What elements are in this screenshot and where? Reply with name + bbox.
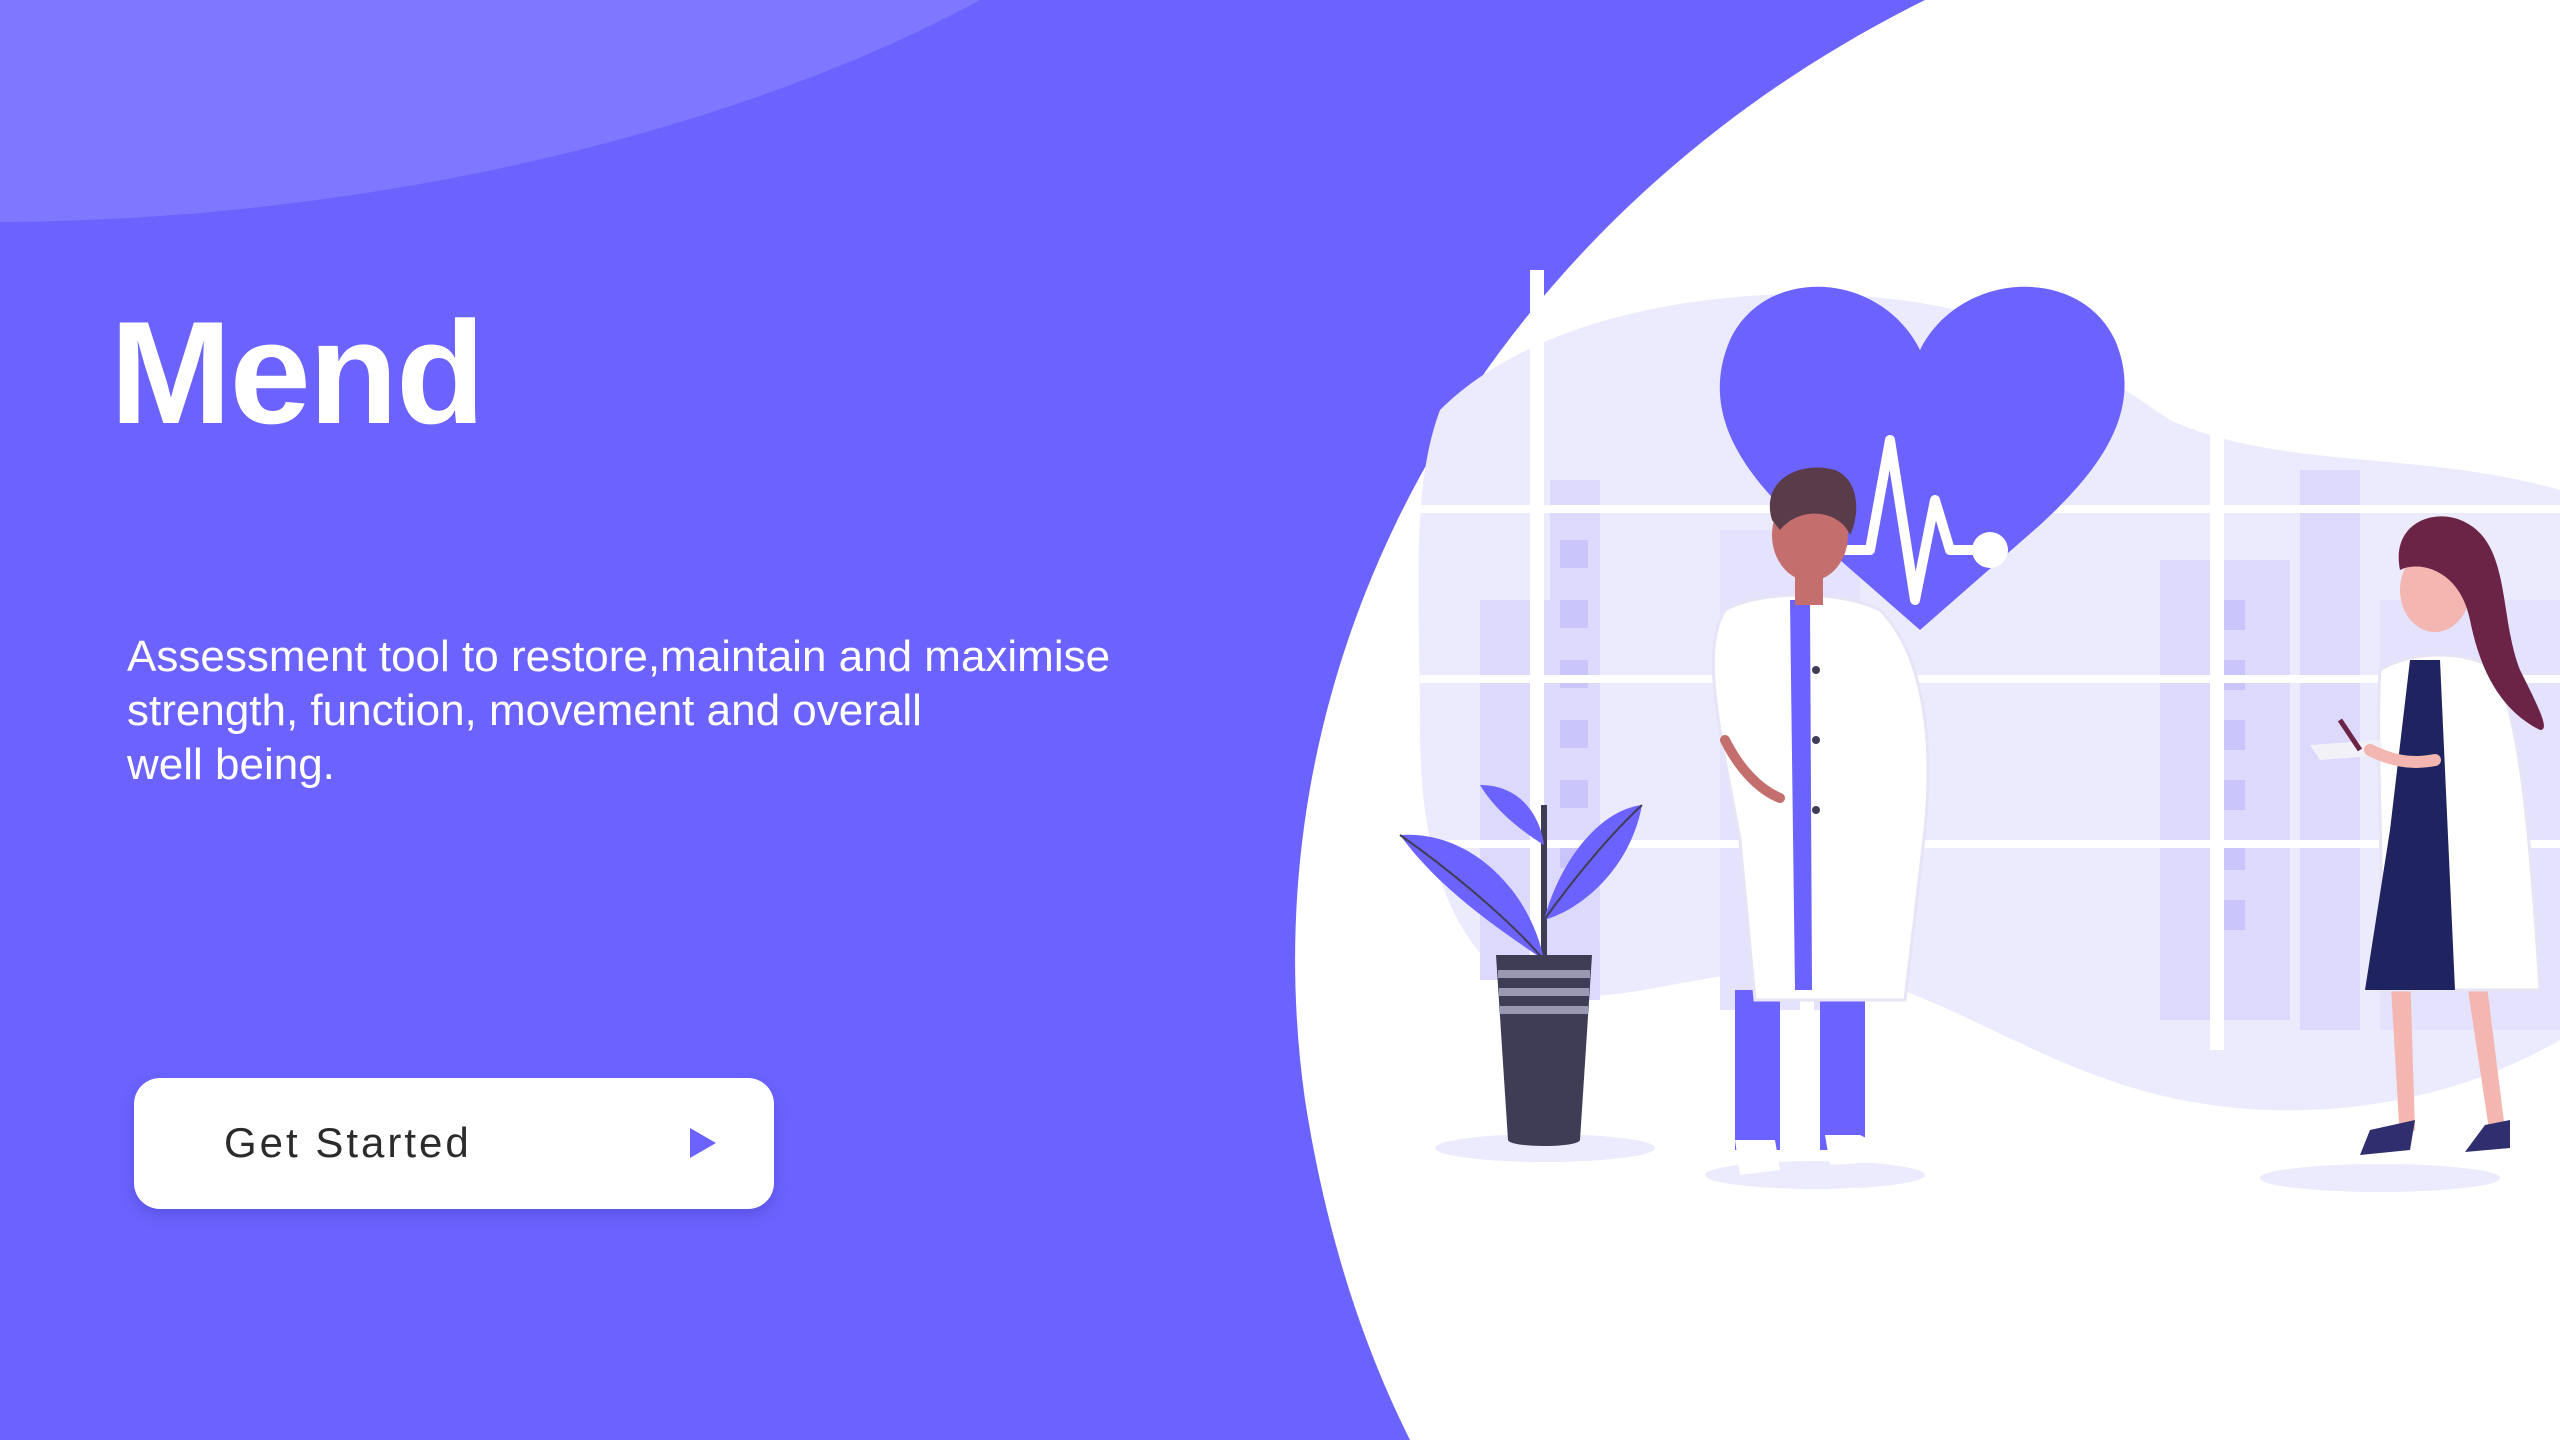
get-started-button[interactable]: Get Started <box>134 1078 774 1209</box>
app-title: Mend <box>110 291 485 454</box>
tagline: Assessment tool to restore,maintain and … <box>127 630 1327 792</box>
landing-page: Mend Assessment tool to restore,maintain… <box>0 0 2560 1440</box>
tagline-line-2: strength, function, movement and overall <box>127 686 922 735</box>
get-started-label: Get Started <box>224 1119 472 1166</box>
tagline-line-3: well being. <box>127 740 335 789</box>
play-arrow-icon <box>690 1128 716 1158</box>
top-left-light-wave <box>0 0 980 222</box>
doctors-illustration <box>1399 270 2560 1192</box>
tagline-line-1: Assessment tool to restore,maintain and … <box>127 632 1111 681</box>
